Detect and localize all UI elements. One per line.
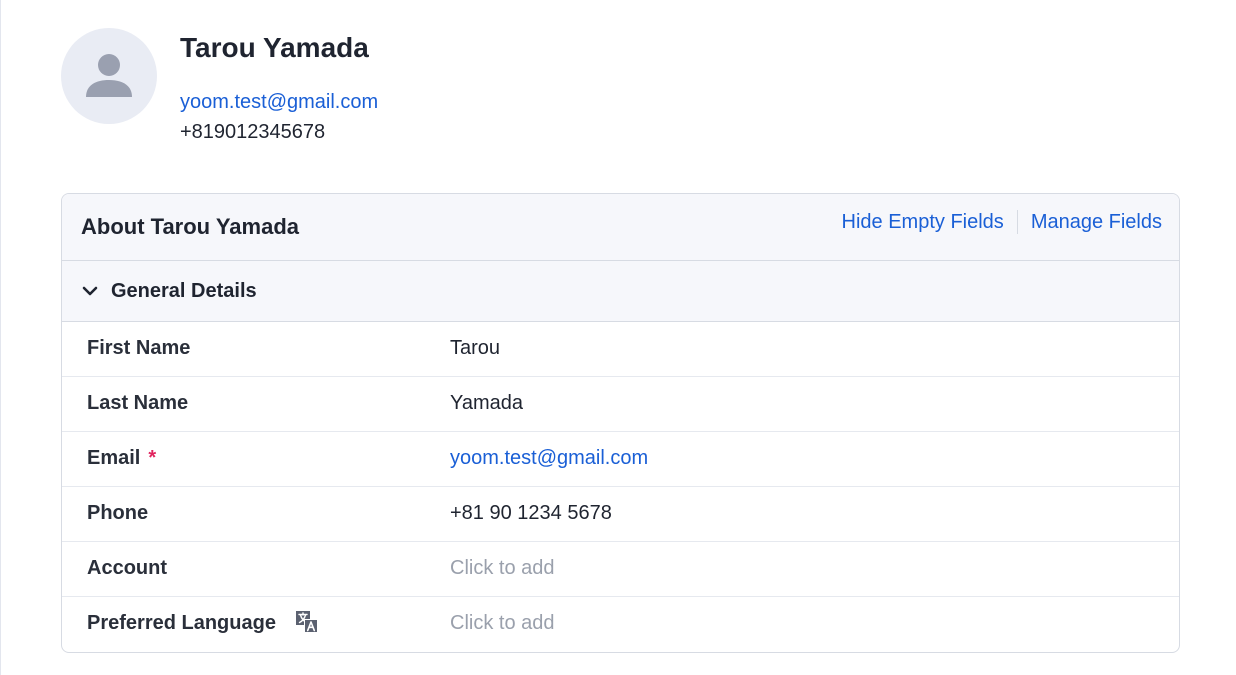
header-divider bbox=[1016, 210, 1018, 234]
user-icon bbox=[86, 54, 132, 97]
field-row-preferred-language: Preferred Language Click to add bbox=[62, 597, 1179, 651]
field-row-phone: Phone +81 90 1234 5678 bbox=[62, 487, 1179, 542]
field-label-text: Last Name bbox=[87, 392, 189, 414]
field-row-last-name: Last Name Yamada bbox=[62, 377, 1179, 432]
field-value-last-name[interactable]: Yamada bbox=[450, 392, 523, 415]
field-label-text: Account bbox=[87, 557, 167, 579]
field-row-account: Account Click to add bbox=[62, 542, 1179, 597]
required-marker: * bbox=[148, 447, 157, 469]
field-value-first-name[interactable]: Tarou bbox=[450, 337, 500, 360]
about-card: About Tarou Yamada Hide Empty Fields Man… bbox=[61, 193, 1180, 653]
contact-name: Tarou Yamada bbox=[180, 32, 369, 63]
field-label-text: Email bbox=[87, 447, 141, 469]
about-card-title: About Tarou Yamada bbox=[81, 214, 300, 239]
field-value-email[interactable]: yoom.test@gmail.com bbox=[450, 447, 648, 470]
card-header-actions: Hide Empty Fields Manage Fields bbox=[842, 210, 1162, 234]
section-title: General Details bbox=[111, 279, 257, 302]
avatar[interactable] bbox=[61, 28, 157, 124]
field-row-first-name: First Name Tarou bbox=[62, 322, 1179, 377]
field-value-account[interactable]: Click to add bbox=[450, 557, 555, 580]
field-value-preferred-language[interactable]: Click to add bbox=[450, 612, 555, 635]
contact-email-link[interactable]: yoom.test@gmail.com bbox=[180, 91, 378, 114]
general-details-toggle[interactable]: General Details bbox=[62, 261, 1179, 322]
field-label: Last Name bbox=[87, 392, 188, 415]
about-card-header: About Tarou Yamada Hide Empty Fields Man… bbox=[62, 194, 1179, 261]
field-label-text: First Name bbox=[87, 337, 191, 359]
hide-empty-fields-button[interactable]: Hide Empty Fields bbox=[842, 211, 1004, 234]
profile-header: Tarou Yamada yoom.test@gmail.com +819012… bbox=[61, 28, 961, 158]
field-value-phone[interactable]: +81 90 1234 5678 bbox=[450, 502, 612, 525]
field-label: Account bbox=[87, 557, 167, 580]
field-label: First Name bbox=[87, 337, 190, 360]
left-border bbox=[0, 0, 1, 675]
translate-icon bbox=[294, 609, 320, 635]
contact-phone: +819012345678 bbox=[180, 121, 326, 143]
chevron-down-icon bbox=[80, 281, 100, 301]
field-label: Phone bbox=[87, 502, 148, 525]
field-row-email: Email * yoom.test@gmail.com bbox=[62, 432, 1179, 487]
field-label-text: Phone bbox=[87, 502, 149, 524]
field-label: Email * bbox=[87, 447, 156, 470]
manage-fields-button[interactable]: Manage Fields bbox=[1031, 211, 1162, 234]
field-label-text: Preferred Language bbox=[87, 612, 276, 634]
field-label: Preferred Language bbox=[87, 609, 320, 635]
